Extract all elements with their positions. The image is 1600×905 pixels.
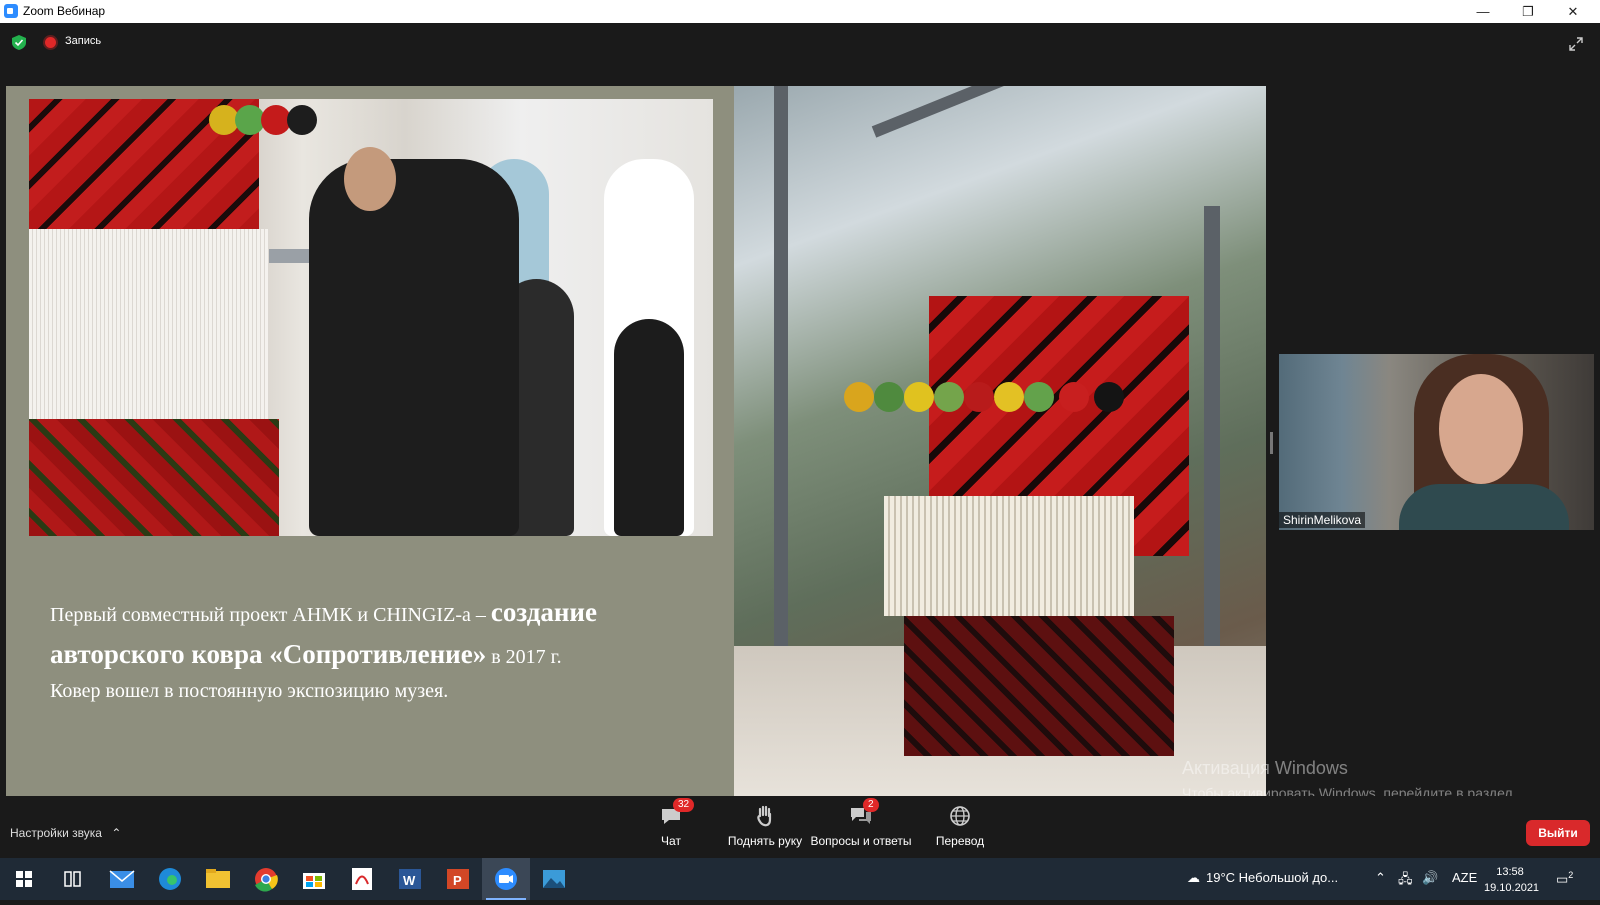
caption-regular: Первый совместный проект АНМК и CHINGIZ-… — [50, 604, 491, 626]
input-language[interactable]: AZE — [1452, 870, 1477, 885]
caption-bold: авторского ковра «Сопротивление» — [50, 638, 487, 669]
translate-label: Перевод — [935, 834, 985, 848]
globe-icon — [948, 804, 972, 828]
task-view-icon[interactable] — [48, 858, 96, 900]
windows-activation-title: Активация Windows — [1182, 758, 1348, 778]
powerpoint-icon[interactable]: P — [434, 858, 482, 900]
close-button[interactable]: ✕ — [1550, 0, 1596, 23]
panel-resize-handle[interactable] — [1270, 432, 1273, 454]
volume-icon[interactable]: 🔊 — [1422, 870, 1438, 886]
audio-settings-button[interactable]: Настройки звука ⌃ — [10, 826, 121, 840]
participant-name: ShirinMelikova — [1279, 512, 1366, 528]
yarn-ball — [964, 382, 994, 412]
yarn-ball — [1094, 382, 1124, 412]
photo-yarn-balls — [209, 99, 339, 139]
clock-date: 19.10.2021 — [1484, 882, 1540, 894]
slide-caption-line2: авторского ковра «Сопротивление» в 2017 … — [50, 634, 700, 676]
photo-loom-warp — [29, 229, 269, 419]
raise-hand-button[interactable]: Поднять руку — [715, 804, 815, 848]
clock-time: 13:58 — [1496, 866, 1524, 878]
chat-label: Чат — [661, 834, 681, 848]
meeting-toolbar: Настройки звука ⌃ 32 Чат Поднять руку 2 … — [0, 796, 1600, 858]
raise-hand-label: Поднять руку — [727, 834, 803, 848]
chat-button[interactable]: 32 Чат — [646, 798, 696, 848]
qa-button[interactable]: 2 Вопросы и ответы — [805, 798, 917, 848]
audio-settings-label: Настройки звука — [10, 826, 102, 840]
participant-video[interactable]: ShirinMelikova — [1279, 354, 1594, 530]
restore-button[interactable]: ❐ — [1505, 0, 1551, 23]
recording-label: Запись — [65, 35, 102, 47]
photos-icon[interactable] — [530, 858, 578, 900]
network-icon[interactable]: 🖧 — [1398, 870, 1413, 892]
translate-button[interactable]: Перевод — [928, 804, 992, 848]
caption-regular: в 2017 г. — [486, 645, 562, 668]
weather-widget[interactable]: ☁ 19°C Небольшой до... — [1187, 870, 1338, 886]
yarn-ball — [1024, 382, 1054, 412]
svg-text:W: W — [403, 873, 416, 888]
leave-button[interactable]: Выйти — [1526, 820, 1590, 846]
zoom-app-icon — [4, 4, 18, 18]
slide-caption: Первый совместный проект АНМК и CHINGIZ-… — [50, 592, 700, 707]
chat-icon: 32 — [659, 798, 695, 828]
slide-panel: Первый совместный проект АНМК и CHINGIZ-… — [6, 86, 734, 796]
notifications-count: 2 — [1568, 870, 1574, 880]
slide-caption-line1: Первый совместный проект АНМК и CHINGIZ-… — [50, 592, 700, 634]
slide-caption-line3: Ковер вошел в постоянную экспозицию музе… — [50, 679, 449, 702]
svg-text:P: P — [453, 873, 462, 888]
photo-carpet-bottom — [29, 419, 279, 536]
zoom-icon[interactable] — [482, 858, 530, 900]
record-icon — [45, 37, 56, 48]
yarn-ball — [1059, 382, 1089, 412]
store-icon[interactable] — [290, 858, 338, 900]
photo-yarn-balls — [844, 376, 1164, 416]
shield-check-icon[interactable] — [12, 35, 26, 50]
notifications-icon[interactable]: ▭2 — [1556, 870, 1573, 887]
yarn-ball — [844, 382, 874, 412]
mail-icon[interactable] — [98, 858, 146, 900]
photo-person-head — [344, 147, 396, 211]
video-person-body — [1399, 484, 1569, 530]
meeting-topbar: Запись — [0, 23, 1600, 61]
yarn-ball — [287, 105, 317, 135]
slide-photo-weaving-ceremony — [29, 99, 713, 536]
edge-icon[interactable] — [146, 858, 194, 900]
chrome-icon[interactable] — [242, 858, 290, 900]
fullscreen-icon[interactable] — [1568, 36, 1584, 52]
shared-screen: Первый совместный проект АНМК и CHINGIZ-… — [6, 86, 1266, 796]
windows-taskbar: W P ☁ 19°C Небольшой до... ⌃ 🖧 🔊 AZE 13:5… — [0, 858, 1600, 900]
photo-carpet-lower — [904, 616, 1174, 756]
chevron-up-icon: ⌃ — [111, 826, 122, 840]
word-icon[interactable]: W — [386, 858, 434, 900]
taskbar-clock[interactable]: 13:58 19.10.2021 — [1484, 864, 1540, 896]
yarn-ball — [994, 382, 1024, 412]
photo-carpet-fringe — [884, 496, 1134, 616]
photo-loom-frame — [871, 86, 1211, 138]
window-titlebar: Zoom Вебинар — ❐ ✕ — [0, 0, 1600, 23]
caption-bold: создание — [490, 597, 597, 627]
yarn-ball — [934, 382, 964, 412]
weather-text: 19°C Небольшой до... — [1206, 870, 1339, 885]
video-person-face — [1439, 374, 1523, 484]
file-explorer-icon[interactable] — [194, 858, 242, 900]
yarn-ball — [874, 382, 904, 412]
chevron-up-icon[interactable]: ⌃ — [1375, 870, 1386, 886]
windows-start-icon[interactable] — [0, 858, 48, 900]
yarn-ball — [904, 382, 934, 412]
chat-unread-badge: 32 — [673, 798, 695, 812]
pdf-icon[interactable] — [338, 858, 386, 900]
minimize-button[interactable]: — — [1460, 0, 1506, 23]
photo-person — [309, 159, 519, 536]
hand-icon — [753, 804, 777, 828]
cloud-icon: ☁ — [1187, 870, 1200, 885]
qa-label: Вопросы и ответы — [810, 834, 912, 848]
photo-person — [614, 319, 684, 536]
window-title: Zoom Вебинар — [23, 4, 106, 18]
slide-photo-loom — [734, 86, 1266, 796]
qa-icon: 2 — [849, 798, 879, 828]
qa-unread-badge: 2 — [863, 798, 879, 812]
